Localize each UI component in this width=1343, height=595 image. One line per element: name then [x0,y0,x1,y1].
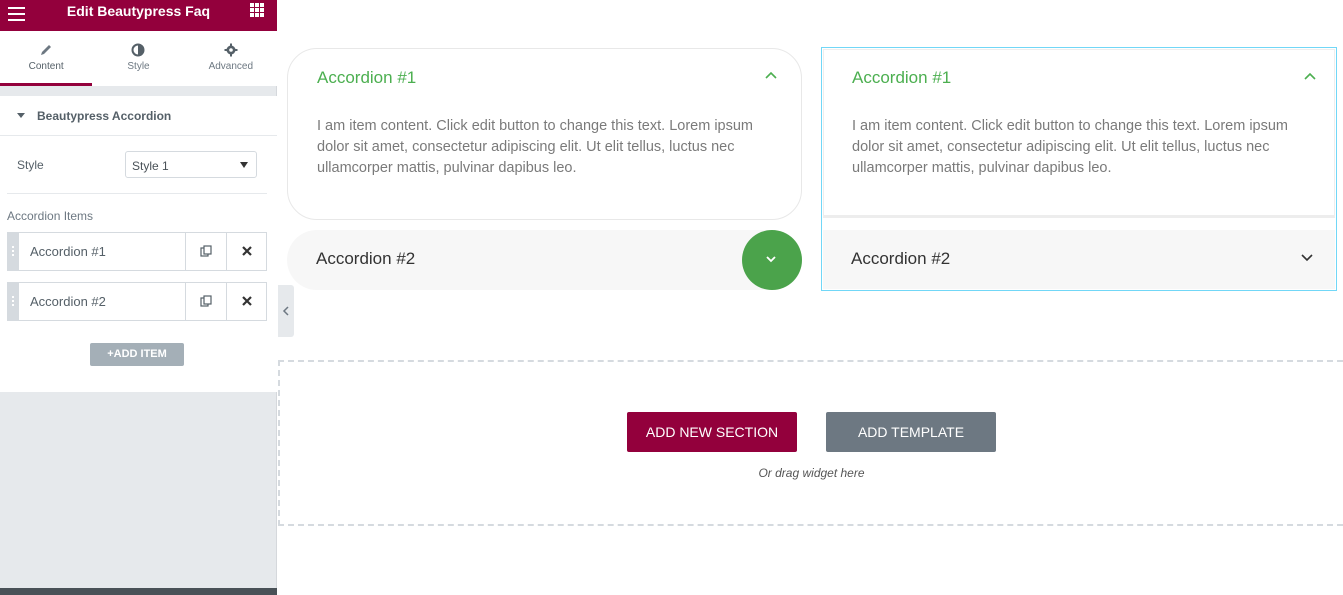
accordion-items-label: Accordion Items [7,209,94,223]
accordion-a-item-1[interactable]: Accordion #1 I am item content. Click ed… [287,48,802,220]
style-control: Style Style 1 [0,150,277,180]
editor-app: Edit Beautypress Faq Content Style Advan… [0,0,1343,595]
drag-handle-icon[interactable] [8,233,19,270]
tab-content-label: Content [28,61,64,72]
drag-handle-icon[interactable] [8,283,19,320]
half-circle-icon [131,43,145,57]
chevron-down-icon [1301,254,1313,262]
remove-button[interactable] [226,283,267,320]
caret-down-icon [17,113,25,118]
accordion-item-content: I am item content. Click edit button to … [852,118,1289,176]
copy-icon [200,295,212,307]
repeater-item[interactable]: Accordion #2 [7,282,267,321]
add-item-button[interactable]: +ADD ITEM [90,343,184,366]
tab-advanced-label: Advanced [208,61,254,72]
add-section-dropzone[interactable] [278,360,1343,526]
section-toggle[interactable]: Beautypress Accordion [0,96,277,136]
chevron-up-icon [765,71,777,79]
editor-panel: Edit Beautypress Faq Content Style Advan… [0,0,277,595]
panel-tabs: Content Style Advanced [0,31,277,86]
style-select[interactable]: Style 1 [125,151,257,178]
panel-header: Edit Beautypress Faq [0,0,277,31]
collapse-panel-button[interactable] [278,285,294,337]
divider [7,193,267,194]
accordion-b-item-1[interactable]: Accordion #1 I am item content. Click ed… [823,49,1335,218]
add-template-button[interactable]: ADD TEMPLATE [826,412,996,452]
panel-title: Edit Beautypress Faq [66,3,211,19]
chevron-up-icon [1304,72,1316,80]
tab-advanced[interactable]: Advanced [185,31,277,86]
section-title: Beautypress Accordion [37,109,172,123]
panel-footer [0,588,277,595]
duplicate-button[interactable] [185,233,226,270]
gear-icon [224,43,238,57]
panel-body: Beautypress Accordion Style Style 1 Acco… [0,96,277,392]
style-select-value: Style 1 [132,159,169,173]
accordion-item-title: Accordion #1 [317,68,417,87]
close-icon [242,246,252,256]
tab-style-label: Style [127,61,150,72]
duplicate-button[interactable] [185,283,226,320]
remove-button[interactable] [226,233,267,270]
tab-content[interactable]: Content [0,31,93,86]
copy-icon [200,245,212,257]
accordion-a-item-2[interactable]: Accordion #2 [287,230,802,290]
expand-toggle[interactable] [742,230,802,290]
accordion-item-title: Accordion #2 [851,249,951,268]
tab-style[interactable]: Style [92,31,184,86]
chevron-left-icon [282,306,289,316]
add-new-section-button[interactable]: ADD NEW SECTION [627,412,797,452]
chevron-down-icon [766,256,776,263]
close-icon [242,296,252,306]
repeater-item-title: Accordion #1 [30,244,106,259]
accordion-item-title: Accordion #2 [316,249,416,268]
style-label: Style [17,158,44,172]
dropdown-arrow-icon [240,162,248,168]
repeater-item[interactable]: Accordion #1 [7,232,267,271]
pencil-icon [41,45,52,55]
repeater-item-title: Accordion #2 [30,294,106,309]
widgets-grid-icon[interactable] [250,3,264,17]
accordion-item-title: Accordion #1 [852,68,952,87]
accordion-item-content: I am item content. Click edit button to … [317,118,754,176]
accordion-b-item-2[interactable]: Accordion #2 [823,230,1335,289]
drag-widget-hint: Or drag widget here [758,466,865,480]
